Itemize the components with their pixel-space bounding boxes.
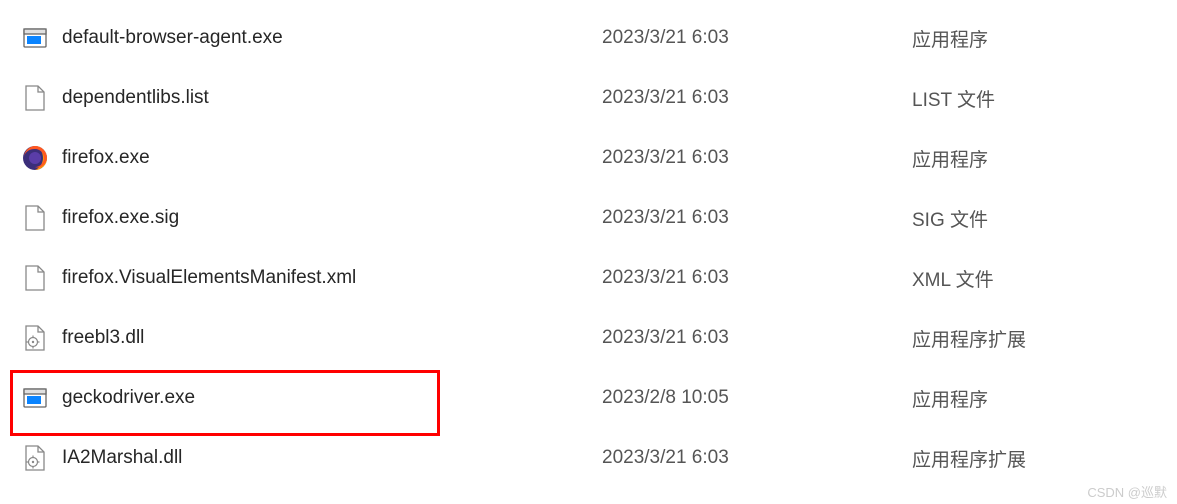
file-row[interactable]: freebl3.dll 2023/3/21 6:03应用程序扩展 [0, 308, 1177, 368]
file-name-column: dependentlibs.list [22, 85, 602, 111]
file-name-column: geckodriver.exe [22, 385, 602, 411]
file-name-column: firefox.exe.sig [22, 205, 602, 231]
file-date: 2023/3/21 6:03 [602, 447, 912, 469]
file-type: 应用程序扩展 [912, 445, 1177, 472]
file-row[interactable]: IA2Marshal.dll 2023/3/21 6:03应用程序扩展 [0, 428, 1177, 488]
file-name-column: IA2Marshal.dll [22, 445, 602, 471]
file-date: 2023/3/21 6:03 [602, 87, 912, 109]
file-type: 应用程序扩展 [912, 325, 1177, 352]
file-row[interactable]: geckodriver.exe 2023/2/8 10:05应用程序 [0, 368, 1177, 428]
dll-icon [22, 445, 48, 471]
blank-icon [22, 205, 48, 231]
file-name: freebl3.dll [62, 327, 144, 349]
file-name: dependentlibs.list [62, 87, 209, 109]
file-date: 2023/3/21 6:03 [602, 267, 912, 289]
file-name-column: firefox.exe [22, 145, 602, 171]
file-name-column: default-browser-agent.exe [22, 25, 602, 51]
file-row[interactable]: default-browser-agent.exe 2023/3/21 6:03应… [0, 8, 1177, 68]
file-row[interactable]: firefox.exe.sig 2023/3/21 6:03SIG 文件 [0, 188, 1177, 248]
watermark: CSDN @巡默 [1087, 482, 1167, 501]
blank-icon [22, 85, 48, 111]
file-type: LIST 文件 [912, 85, 1177, 112]
file-row[interactable]: firefox.exe 2023/3/21 6:03应用程序 [0, 128, 1177, 188]
file-name: default-browser-agent.exe [62, 27, 283, 49]
exe-icon [22, 25, 48, 51]
file-name: firefox.exe.sig [62, 207, 179, 229]
file-date: 2023/3/21 6:03 [602, 207, 912, 229]
file-type: SIG 文件 [912, 205, 1177, 232]
file-type: 应用程序 [912, 25, 1177, 52]
file-date: 2023/2/8 10:05 [602, 387, 912, 409]
dll-icon [22, 325, 48, 351]
file-name: firefox.VisualElementsManifest.xml [62, 267, 356, 289]
file-type: 应用程序 [912, 145, 1177, 172]
exe-icon [22, 385, 48, 411]
firefox-icon [22, 145, 48, 171]
file-date: 2023/3/21 6:03 [602, 27, 912, 49]
file-name: geckodriver.exe [62, 387, 195, 409]
file-row[interactable]: firefox.VisualElementsManifest.xml 2023/3… [0, 248, 1177, 308]
file-name-column: firefox.VisualElementsManifest.xml [22, 265, 602, 291]
blank-icon [22, 265, 48, 291]
file-type: XML 文件 [912, 265, 1177, 292]
file-date: 2023/3/21 6:03 [602, 327, 912, 349]
file-list: default-browser-agent.exe2023/3/21 6:03应… [0, 0, 1177, 496]
file-name-column: freebl3.dll [22, 325, 602, 351]
file-name: firefox.exe [62, 147, 150, 169]
file-type: 应用程序 [912, 385, 1177, 412]
file-date: 2023/3/21 6:03 [602, 147, 912, 169]
file-row[interactable]: dependentlibs.list 2023/3/21 6:03LIST 文件 [0, 68, 1177, 128]
file-name: IA2Marshal.dll [62, 447, 182, 469]
